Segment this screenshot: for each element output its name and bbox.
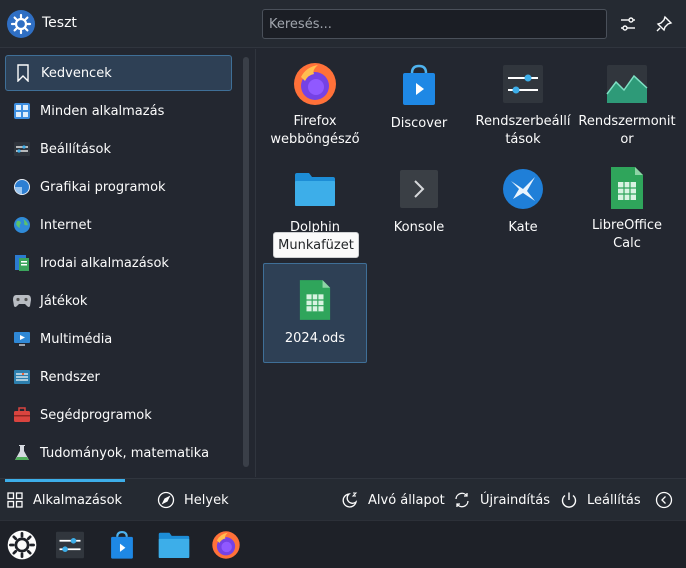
app-firefox[interactable]: Firefox webböngésző — [263, 49, 367, 149]
app-label: Rendszermonitor — [578, 114, 676, 147]
tab-helyek[interactable]: Helyek — [156, 479, 229, 521]
kate-icon — [499, 165, 547, 213]
sliders-icon[interactable] — [616, 12, 640, 36]
firefox-icon[interactable] — [210, 529, 242, 561]
action-label: Újraindítás — [480, 492, 550, 508]
category-label: Minden alkalmazás — [40, 103, 165, 119]
grid-icon — [12, 101, 32, 121]
launcher-header: Teszt — [0, 0, 686, 48]
konsole-icon — [395, 165, 443, 213]
category-sidebar: Kedvencek Minden alkalmazás Beállítások … — [0, 49, 256, 477]
app-libreoffice-calc[interactable]: LibreOffice Calc — [575, 153, 679, 253]
collapse-button[interactable] — [654, 479, 682, 521]
category-label: Internet — [40, 217, 92, 233]
app-konsole[interactable]: Konsole — [367, 153, 471, 253]
kde-launcher-icon[interactable] — [6, 529, 38, 561]
app-label: LibreOffice Calc — [591, 218, 663, 251]
office-icon — [12, 253, 32, 273]
category-label: Kedvencek — [41, 65, 112, 81]
app-label: 2024.ods — [284, 331, 346, 346]
restart-icon — [452, 490, 472, 510]
app-label: Discover — [390, 116, 448, 131]
libreoffice-calc-icon — [603, 165, 651, 211]
compass-icon — [156, 490, 176, 510]
globe-icon — [12, 215, 32, 235]
category-tudomanyok-matematika[interactable]: Tudományok, matematika — [5, 435, 232, 471]
category-irodai-alkalmazasok[interactable]: Irodai alkalmazások — [5, 245, 232, 281]
category-jatekok[interactable]: Játékok — [5, 283, 232, 319]
category-segedprogramok[interactable]: Segédprogramok — [5, 397, 232, 433]
shutdown-button[interactable]: Leállítás — [559, 479, 641, 521]
gamepad-icon — [12, 291, 32, 311]
sleep-button[interactable]: Alvó állapot — [340, 479, 445, 521]
pin-icon[interactable] — [652, 12, 676, 36]
app-label: Kate — [508, 220, 538, 235]
category-label: Játékok — [40, 293, 88, 309]
spreadsheet-file-icon — [291, 276, 339, 324]
power-icon — [559, 490, 579, 510]
settings-icon — [12, 139, 32, 159]
category-beallitasok[interactable]: Beállítások — [5, 131, 232, 167]
tab-label: Alkalmazások — [33, 492, 123, 508]
system-monitor-icon — [603, 61, 651, 107]
firefox-icon — [291, 61, 339, 107]
chevron-left-icon — [654, 490, 674, 510]
flask-icon — [12, 443, 32, 463]
sidebar-scrollbar[interactable] — [243, 57, 249, 467]
toolbox-icon — [12, 405, 32, 425]
discover-icon[interactable] — [106, 529, 138, 561]
category-multimedia[interactable]: Multimédia — [5, 321, 232, 357]
dolphin-folder-icon[interactable] — [158, 529, 190, 561]
search-input[interactable] — [262, 9, 607, 39]
action-label: Leállítás — [587, 492, 641, 508]
grid-icon — [5, 490, 25, 510]
app-label: Firefox webböngésző — [270, 114, 360, 147]
launcher-footer: Alkalmazások Helyek Alvó állapot Újraind… — [0, 478, 686, 520]
category-label: Irodai alkalmazások — [40, 255, 169, 271]
kde-logo-icon[interactable] — [7, 10, 35, 38]
restart-button[interactable]: Újraindítás — [452, 479, 550, 521]
category-label: Segédprogramok — [40, 407, 152, 423]
category-kedvencek[interactable]: Kedvencek — [5, 55, 232, 91]
bookmark-icon — [13, 63, 33, 83]
tab-alkalmazasok[interactable]: Alkalmazások — [5, 479, 126, 521]
app-2024-ods[interactable]: 2024.ods — [263, 263, 367, 363]
app-rendszerbeallitasok[interactable]: Rendszerbeállítások — [471, 49, 575, 149]
application-launcher: Teszt Kedvencek Minden alkalmazás Beállí… — [0, 0, 686, 520]
sleep-icon — [340, 490, 360, 510]
favorites-grid: Firefox webböngésző Discover Rendszerbeá… — [257, 49, 686, 477]
category-grafikai-programok[interactable]: Grafikai programok — [5, 169, 232, 205]
category-internet[interactable]: Internet — [5, 207, 232, 243]
system-icon — [12, 367, 32, 387]
taskbar — [0, 520, 686, 568]
category-label: Grafikai programok — [40, 179, 166, 195]
system-settings-icon[interactable] — [54, 529, 86, 561]
category-label: Multimédia — [40, 331, 113, 347]
system-settings-icon — [499, 61, 547, 107]
dolphin-folder-icon — [291, 165, 339, 213]
app-label: Rendszerbeállítások — [475, 114, 571, 147]
category-minden-alkalmazas[interactable]: Minden alkalmazás — [5, 93, 232, 129]
multimedia-icon — [12, 329, 32, 349]
discover-icon — [395, 61, 443, 109]
category-label: Rendszer — [40, 369, 100, 385]
tooltip: Munkafüzet — [273, 232, 359, 258]
app-label: Konsole — [393, 220, 445, 235]
app-rendszermonitor[interactable]: Rendszermonitor — [575, 49, 679, 149]
graphics-icon — [12, 177, 32, 197]
tab-label: Helyek — [184, 492, 229, 508]
app-discover[interactable]: Discover — [367, 49, 471, 149]
action-label: Alvó állapot — [368, 492, 445, 508]
app-kate[interactable]: Kate — [471, 153, 575, 253]
category-label: Beállítások — [40, 141, 112, 157]
category-rendszer[interactable]: Rendszer — [5, 359, 232, 395]
user-name[interactable]: Teszt — [42, 15, 77, 31]
category-label: Tudományok, matematika — [40, 445, 210, 461]
